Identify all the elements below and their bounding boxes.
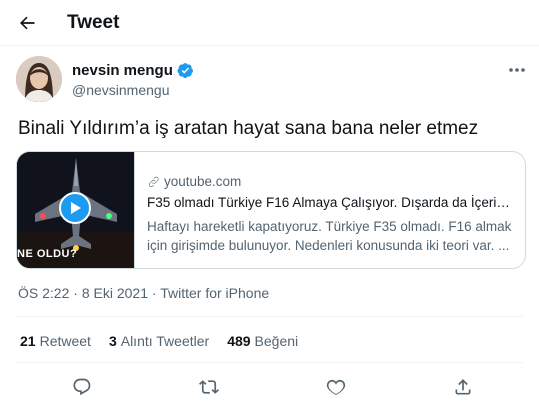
tweet-date[interactable]: 8 Eki 2021 xyxy=(82,285,148,301)
card-title: F35 olmadı Türkiye F16 Almaya Çalışıyor.… xyxy=(147,195,517,210)
meta-separator-2: · xyxy=(151,285,157,301)
share-icon xyxy=(455,379,471,395)
author-name-row: nevsin mengu xyxy=(72,62,194,79)
back-button[interactable] xyxy=(10,6,44,40)
card-domain-row: youtube.com xyxy=(147,174,525,189)
likes-stat[interactable]: 489 Beğeni xyxy=(227,333,298,349)
reply-icon xyxy=(73,378,91,396)
like-icon xyxy=(326,379,346,395)
reply-button[interactable] xyxy=(68,373,96,401)
page-title: Tweet xyxy=(67,12,120,33)
quotes-count: 3 xyxy=(108,333,117,349)
retweet-button[interactable] xyxy=(195,373,223,401)
card-body[interactable]: youtube.com F35 olmadı Türkiye F16 Almay… xyxy=(135,152,525,268)
tweet-meta: ÖS 2:22 · 8 Eki 2021 · Twitter for iPhon… xyxy=(18,285,269,301)
quotes-stat[interactable]: 3 Alıntı Tweetler xyxy=(109,333,209,349)
verified-badge-icon xyxy=(177,62,194,79)
avatar-image xyxy=(16,56,62,102)
likes-count: 489 xyxy=(227,333,251,349)
more-dots-icon xyxy=(509,68,525,72)
divider-top xyxy=(16,316,523,317)
author-name[interactable]: nevsin mengu xyxy=(72,62,173,79)
thumbnail-caption: NE OLDU? xyxy=(17,248,78,260)
tweet-time[interactable]: ÖS 2:22 xyxy=(18,285,69,301)
retweets-stat[interactable]: 21 Retweet xyxy=(20,333,91,349)
more-options-button[interactable] xyxy=(504,60,530,80)
avatar[interactable] xyxy=(16,56,62,102)
retweets-count: 21 xyxy=(20,333,36,349)
share-button[interactable] xyxy=(449,373,477,401)
action-bar xyxy=(0,370,539,400)
meta-separator: · xyxy=(73,285,78,301)
arrow-left-icon xyxy=(20,16,35,30)
tweet-text: Binali Yıldırım’a iş aratan hayat sana b… xyxy=(18,118,479,139)
engagement-stats: 21 Retweet 3 Alıntı Tweetler 489 Beğeni xyxy=(20,333,298,349)
play-button[interactable] xyxy=(59,192,91,224)
page-header: Tweet xyxy=(0,0,539,46)
divider-bottom xyxy=(16,362,523,363)
likes-label: Beğeni xyxy=(254,333,299,349)
retweet-icon xyxy=(199,380,219,394)
author-handle[interactable]: @nevsinmengu xyxy=(72,82,170,98)
link-preview-card[interactable]: NE OLDU? youtube.com F35 olmadı Türkiye … xyxy=(16,151,526,269)
card-thumbnail[interactable]: NE OLDU? xyxy=(17,152,135,268)
link-icon xyxy=(148,176,159,187)
play-icon xyxy=(71,202,81,214)
card-description: Haftayı hareketli kapatıyoruz. Türkiye F… xyxy=(147,219,512,253)
retweets-label: Retweet xyxy=(39,333,91,349)
quotes-label: Alıntı Tweetler xyxy=(120,333,210,349)
card-domain: youtube.com xyxy=(164,174,242,189)
like-button[interactable] xyxy=(322,373,350,401)
tweet-source[interactable]: Twitter for iPhone xyxy=(160,285,269,301)
